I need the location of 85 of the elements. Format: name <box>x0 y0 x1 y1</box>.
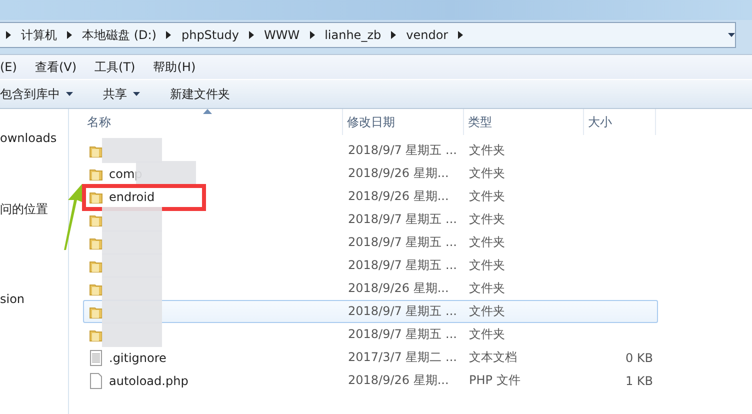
breadcrumb-item[interactable]: 本地磁盘 (D:) <box>82 26 156 44</box>
menu-item[interactable]: 工具(T) <box>94 58 136 76</box>
file-row[interactable]: autoload.php 2018/9/26 星期... PHP 文件 1 KB <box>83 369 658 392</box>
file-row[interactable]: 2018/9/7 星期五 ... 文件夹 <box>83 231 658 254</box>
breadcrumb-item[interactable]: vendor <box>406 28 448 42</box>
file-name: autoload.php <box>109 374 188 388</box>
menu-item[interactable]: 查看(V) <box>34 58 77 76</box>
breadcrumb-arrow-icon <box>458 31 464 39</box>
sort-arrow-icon <box>203 109 212 114</box>
toolbar-button[interactable]: 新建文件夹 <box>170 86 230 102</box>
breadcrumb-item[interactable]: phpStudy <box>181 28 239 42</box>
folder-icon <box>89 212 103 226</box>
blur-overlay <box>102 299 162 324</box>
file-type: 文件夹 <box>468 188 506 205</box>
breadcrumb-arrow-icon <box>166 31 172 39</box>
nav-item[interactable]: ownloads <box>0 131 57 145</box>
file-type: 文件夹 <box>468 142 506 159</box>
modified-date: 2018/9/26 星期... <box>347 165 450 182</box>
blur-overlay <box>102 322 162 347</box>
pointer-arrow <box>62 182 84 252</box>
blur-overlay <box>102 276 162 301</box>
modified-date: 2018/9/26 星期... <box>347 372 450 389</box>
nav-item[interactable]: 问的位置 <box>0 201 48 218</box>
file-type: 文件夹 <box>468 303 506 320</box>
folder-icon <box>89 282 103 296</box>
toolbar-button[interactable]: 共享 <box>103 86 140 102</box>
folder-icon <box>89 190 103 204</box>
file-row[interactable]: 2018/9/7 星期五 ... 文件夹 <box>83 208 658 231</box>
modified-date: 2017/3/7 星期二 ... <box>347 349 458 366</box>
file-row[interactable]: comp 2018/9/26 星期... 文件夹 <box>83 162 658 185</box>
file-type: 文本文档 <box>468 349 518 366</box>
file-size: 1 KB <box>624 374 654 388</box>
file-row[interactable]: 2018/9/7 星期五 ... 文件夹 <box>83 139 658 162</box>
modified-date: 2018/9/26 星期... <box>347 188 450 205</box>
breadcrumb-arrow-icon <box>310 31 315 39</box>
breadcrumb-arrow-icon <box>67 31 72 39</box>
modified-date: 2018/9/26 星期... <box>347 280 450 297</box>
modified-date: 2018/9/7 星期五 ... <box>347 211 458 228</box>
modified-date: 2018/9/7 星期五 ... <box>347 326 458 343</box>
file-type: 文件夹 <box>468 326 506 343</box>
file-row[interactable]: 2018/9/7 星期五 ... 文件夹 <box>83 300 658 323</box>
blur-overlay <box>102 207 162 232</box>
blur-overlay <box>102 138 162 163</box>
folder-icon <box>89 328 103 342</box>
column-header[interactable]: 修改日期 <box>343 109 464 135</box>
breadcrumb-item[interactable]: 计算机 <box>21 26 57 44</box>
breadcrumb-item[interactable]: WWW <box>264 28 300 42</box>
toolbar-button[interactable]: 包含到库中 <box>0 86 73 102</box>
file-type: 文件夹 <box>468 234 506 251</box>
breadcrumb-item[interactable]: lianhe_zb <box>324 28 382 42</box>
file-type: 文件夹 <box>468 211 506 228</box>
file-row[interactable]: 2018/9/7 星期五 ... 文件夹 <box>83 323 658 346</box>
modified-date: 2018/9/7 星期五 ... <box>347 303 458 320</box>
breadcrumb-arrow-icon <box>391 31 396 39</box>
nav-item[interactable]: sion <box>0 292 25 306</box>
column-header[interactable]: 类型 <box>464 109 584 135</box>
caret-icon <box>133 92 140 96</box>
caret-icon <box>728 32 735 38</box>
folder-icon <box>89 304 103 318</box>
modified-date: 2018/9/7 星期五 ... <box>347 234 458 251</box>
breadcrumb-arrow-icon <box>6 31 11 39</box>
folder-icon <box>89 258 103 272</box>
folder-icon <box>89 236 103 250</box>
column-header[interactable]: 大小 <box>584 109 656 135</box>
folder-icon <box>89 166 103 180</box>
menu-item[interactable]: 帮助(H) <box>153 58 196 76</box>
file-name: .gitignore <box>109 350 166 364</box>
file-row[interactable]: .gitignore 2017/3/7 星期二 ... 文本文档 0 KB <box>83 346 658 369</box>
file-name: endroid <box>109 190 155 204</box>
file-row[interactable]: 2018/9/26 星期... 文件夹 <box>83 277 658 300</box>
breadcrumb-arrow-icon <box>248 31 254 39</box>
file-name: comp <box>109 166 142 180</box>
folder-icon <box>89 144 103 158</box>
file-type: PHP 文件 <box>468 372 522 389</box>
modified-date: 2018/9/7 星期五 ... <box>347 257 458 274</box>
file-type: 文件夹 <box>468 257 506 274</box>
file-size: 0 KB <box>624 350 654 364</box>
file-icon <box>89 372 103 388</box>
caret-icon <box>66 92 73 96</box>
file-type: 文件夹 <box>468 165 506 182</box>
file-row[interactable]: 2018/9/7 星期五 ... 文件夹 <box>83 254 658 277</box>
file-type: 文件夹 <box>468 280 506 297</box>
modified-date: 2018/9/7 星期五 ... <box>347 142 458 159</box>
text-file-icon <box>89 350 103 366</box>
menu-item[interactable]: (E) <box>0 60 17 74</box>
